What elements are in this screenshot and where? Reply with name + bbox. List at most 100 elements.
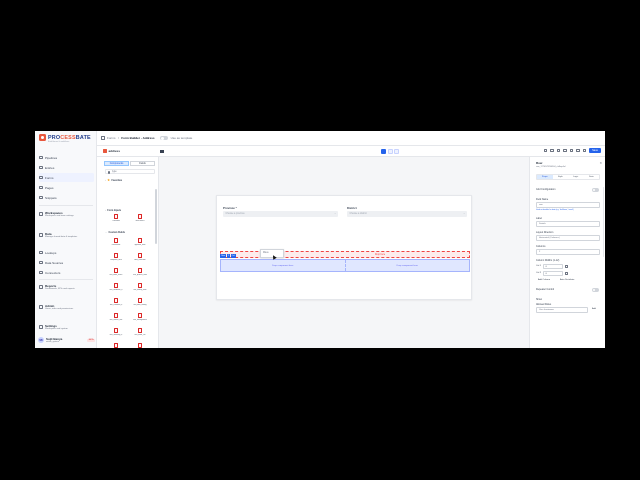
component-item[interactable]: test_table_check bbox=[106, 268, 126, 280]
tab-props[interactable]: Props bbox=[537, 175, 553, 179]
sidebar-card-data[interactable]: Data Manage shared data & templates bbox=[39, 232, 94, 239]
file-icon bbox=[138, 283, 142, 288]
file-icon bbox=[138, 253, 142, 258]
component-label: test_date_testing bbox=[133, 303, 147, 306]
label-input[interactable]: Details bbox=[536, 221, 600, 227]
section-form-inputs[interactable]: › Form Inputs bbox=[105, 209, 155, 212]
logo[interactable]: PROCESSBATE bbox=[39, 134, 91, 141]
pages-icon bbox=[39, 185, 43, 190]
component-item[interactable]: approval_form bbox=[130, 238, 150, 250]
desktop-view-button[interactable] bbox=[381, 148, 386, 154]
tab-components[interactable]: Components bbox=[104, 161, 129, 166]
connector-icon bbox=[39, 270, 43, 275]
sidebar-item-connectors[interactable]: Connectors bbox=[39, 268, 94, 277]
component-checkbox[interactable]: Checkbox bbox=[106, 214, 126, 226]
home-icon[interactable] bbox=[101, 136, 105, 140]
tab-logic[interactable]: Logic bbox=[568, 175, 584, 179]
component-item[interactable]: complaint_form bbox=[106, 253, 126, 265]
file-icon bbox=[114, 238, 118, 243]
remove-column-icon[interactable] bbox=[565, 272, 568, 275]
sidebar-item-entries[interactable]: Entries bbox=[39, 163, 94, 172]
component-label: approval_form bbox=[134, 243, 146, 246]
sidebar-item-pages[interactable]: Pages bbox=[39, 183, 94, 192]
allowed-roles-input[interactable]: Use shortname bbox=[536, 307, 588, 313]
component-item[interactable] bbox=[106, 343, 126, 348]
component-item[interactable]: test_order_ctrl bbox=[130, 328, 150, 340]
undo-icon[interactable] bbox=[543, 148, 548, 153]
row-tag[interactable]: Row 2 Col bbox=[220, 253, 236, 258]
component-item[interactable]: test_lookup_form bbox=[130, 283, 150, 295]
settings-icon[interactable] bbox=[569, 148, 574, 153]
admin-icon bbox=[39, 305, 43, 309]
section-favorites[interactable]: › ★ Favorites bbox=[105, 178, 155, 182]
panel-scrollbar[interactable] bbox=[155, 189, 157, 244]
card-subtitle: Workspace and team settings bbox=[45, 215, 74, 217]
tab-style[interactable]: Style bbox=[553, 175, 569, 179]
section-custom-fields[interactable]: ⌄ Custom Fields bbox=[105, 231, 155, 234]
province-select[interactable]: Choose a province ⌄ bbox=[223, 211, 338, 217]
sidebar-item-pipelines[interactable]: Pipelines bbox=[39, 153, 94, 162]
component-item[interactable] bbox=[130, 343, 150, 348]
component-item[interactable]: data_collection bbox=[130, 253, 150, 265]
code-icon[interactable] bbox=[556, 148, 561, 153]
preview-icon[interactable] bbox=[563, 148, 567, 153]
sidebar-item-data-sources[interactable]: Data Sources bbox=[39, 258, 94, 267]
tab-data[interactable]: Data bbox=[584, 175, 600, 179]
breadcrumb-current: Form Builder - Address bbox=[121, 136, 155, 140]
menu-icon[interactable] bbox=[160, 149, 164, 153]
column-width-input[interactable]: 6 bbox=[543, 271, 564, 276]
user-profile[interactable]: SB Sujit Banya admin_system BETA bbox=[38, 334, 95, 346]
form-name: address bbox=[108, 149, 121, 153]
component-item[interactable]: test_tracker_test bbox=[106, 313, 126, 325]
component-item[interactable]: test_validation_a bbox=[106, 283, 126, 295]
component-label: test_lookup_form bbox=[133, 288, 147, 291]
component-label: test_management bbox=[133, 318, 147, 321]
column-drop-zone[interactable]: Drop component here bbox=[344, 260, 470, 271]
remove-column-icon[interactable] bbox=[565, 265, 568, 268]
component-item[interactable]: test_inventory_a bbox=[106, 328, 126, 340]
sidebar-item-forms[interactable]: Forms bbox=[39, 173, 94, 182]
properties-scrollbar[interactable] bbox=[602, 187, 604, 257]
redo-icon[interactable] bbox=[550, 148, 554, 153]
element-id: row_1774578290564_cbfkqz4ul bbox=[536, 165, 566, 168]
file-icon bbox=[138, 268, 142, 273]
sidebar-card-workspaces[interactable]: Workspaces Workspace and team settings bbox=[39, 211, 94, 218]
sidebar-card-admin[interactable]: Admin Users, roles and permissions bbox=[39, 304, 94, 311]
sidebar-card-reports[interactable]: Reports Dashboards, KPIs and exports bbox=[39, 284, 94, 291]
sidebar-card-settings[interactable]: Settings Workspace and system bbox=[39, 324, 94, 331]
component-item[interactable]: test_date_testing bbox=[130, 298, 150, 310]
share-icon[interactable] bbox=[576, 148, 580, 153]
component-item[interactable]: test_product_form bbox=[130, 268, 150, 280]
drop-zone[interactable]: Drop here bbox=[220, 251, 470, 258]
columns-input[interactable]: 2 bbox=[536, 249, 600, 255]
layout-select[interactable]: Horizontal (Columns) bbox=[536, 235, 600, 241]
history-icon[interactable] bbox=[582, 148, 587, 153]
component-search-input[interactable]: type bbox=[105, 169, 155, 174]
column-width-input[interactable]: 6 bbox=[543, 264, 564, 269]
add-role-button[interactable]: Add bbox=[592, 308, 596, 310]
auto-distribute-button[interactable]: Auto Distribute bbox=[560, 279, 574, 281]
template-toggle[interactable] bbox=[160, 136, 169, 140]
column-drop-zone[interactable]: Drop component here bbox=[221, 260, 345, 271]
add-column-button[interactable]: Add Column bbox=[538, 279, 550, 281]
component-item[interactable]: test_management bbox=[130, 313, 150, 325]
file-icon bbox=[138, 214, 142, 219]
district-select[interactable]: Choose a district ⌄ bbox=[347, 211, 467, 217]
save-button[interactable]: Save bbox=[589, 148, 601, 153]
mobile-view-button[interactable] bbox=[394, 148, 399, 154]
component-item[interactable]: test_condition_a bbox=[106, 298, 126, 310]
grid-config-toggle[interactable] bbox=[592, 188, 599, 192]
tablet-view-button[interactable] bbox=[387, 148, 393, 154]
component-item[interactable]: Documents bbox=[106, 238, 126, 250]
field-name-input[interactable]: row bbox=[536, 202, 600, 208]
row-tag-label: Row bbox=[220, 253, 227, 258]
component-multi-select[interactable]: Multi Select bbox=[130, 214, 150, 226]
properties-title: Row bbox=[536, 161, 543, 165]
close-icon[interactable]: ✕ bbox=[599, 161, 602, 165]
sidebar-item-lookups[interactable]: Lookups bbox=[39, 248, 94, 257]
report-icon bbox=[39, 285, 43, 289]
repeater-toggle[interactable] bbox=[592, 288, 599, 292]
sidebar-item-snippets[interactable]: Snippets bbox=[39, 193, 94, 202]
tab-fields[interactable]: Fields bbox=[130, 161, 155, 166]
breadcrumb-forms[interactable]: Forms bbox=[107, 136, 116, 140]
